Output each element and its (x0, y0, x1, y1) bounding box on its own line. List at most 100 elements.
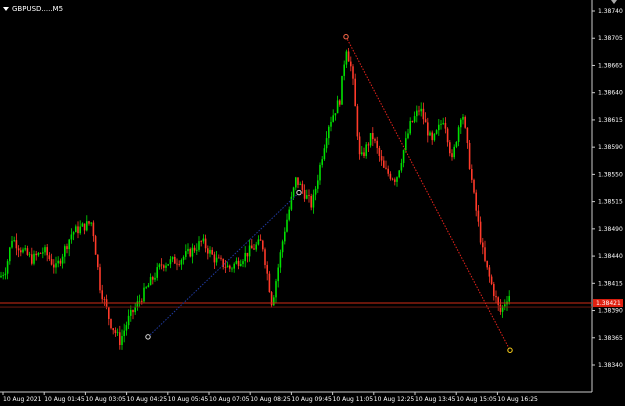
candle-body (372, 133, 374, 140)
candle-body (396, 177, 398, 182)
candle-body (200, 241, 202, 242)
candle-body (259, 239, 262, 241)
price-chart[interactable]: 1.38740 1.38705 1.38665 1.38640 1.38615 1.385… (0, 0, 625, 406)
x-tick-label: 10 Aug 05:45 (168, 396, 209, 403)
candle-body (174, 256, 176, 264)
candle-body (508, 296, 510, 302)
candle-body (328, 126, 330, 139)
candle-body (233, 263, 235, 269)
y-tick-label: 1.38490 (598, 226, 623, 233)
candle-body (347, 51, 350, 62)
candle-body (127, 315, 130, 326)
candle-body (191, 247, 194, 257)
candle-body (429, 132, 431, 136)
y-tick-label: 1.38515 (598, 199, 623, 206)
candle-body (462, 116, 464, 120)
candle-body (55, 263, 57, 268)
candle-body (266, 265, 268, 274)
candle-body (138, 300, 141, 302)
candle-body (132, 309, 134, 313)
candle-body (350, 61, 352, 67)
candle-body (66, 246, 68, 250)
candle-body (244, 252, 246, 262)
candle-body (211, 249, 213, 255)
candle-body (455, 141, 458, 147)
x-tick-label: 10 Aug 03:05 (85, 396, 126, 403)
candle-body (468, 143, 471, 169)
anchor-marker[interactable] (296, 189, 302, 196)
anchor-marker[interactable] (145, 334, 151, 340)
candle-body (391, 178, 394, 180)
candle-body (220, 257, 222, 259)
candle-body (204, 238, 207, 249)
anchor-marker[interactable] (507, 347, 513, 353)
candle-body (193, 247, 196, 251)
candle-body (154, 277, 156, 280)
candle-body (389, 173, 392, 179)
candle-body (202, 238, 205, 242)
chart-window[interactable]: GBPUSD.....M5 1.38740 1.38705 1.38665 1.386… (0, 0, 625, 406)
y-tick-label: 1.38665 (598, 62, 623, 69)
candle-body (332, 115, 334, 122)
candle-body (297, 177, 299, 185)
candle-body (163, 265, 165, 268)
x-tick-label: 10 Aug 16:25 (497, 396, 538, 403)
candle-body (336, 100, 339, 114)
candle-body (490, 276, 493, 285)
candle-body (451, 153, 453, 158)
candle-body (301, 183, 304, 190)
candle-body (435, 130, 438, 134)
candle-body (409, 121, 411, 134)
candle-body (123, 330, 125, 337)
candle-body (9, 247, 11, 262)
candle-body (402, 150, 405, 163)
candle-body (482, 242, 484, 248)
candle-body (97, 254, 99, 268)
candle-body (504, 304, 506, 307)
candle-body (158, 264, 161, 268)
candle-body (152, 277, 154, 280)
candle-body (156, 267, 158, 278)
candle-body (242, 261, 244, 264)
x-tick-label: 10 Aug 07:05 (209, 396, 250, 403)
candle-body (427, 122, 429, 136)
candle-body (499, 304, 502, 312)
candle-body (477, 210, 480, 222)
candle-body (303, 189, 306, 199)
candle-body (268, 273, 271, 293)
candle-body (299, 183, 301, 185)
candle-body (77, 226, 79, 234)
candle-body (361, 152, 363, 155)
candle-body (380, 156, 383, 161)
candle-body (72, 232, 75, 235)
candle-body (240, 263, 242, 266)
candle-body (420, 108, 422, 112)
anchor-marker[interactable] (343, 34, 349, 40)
candle-body (39, 253, 42, 254)
candle-body (446, 128, 449, 143)
candle-body (198, 241, 200, 250)
y-tick-label: 1.38550 (598, 171, 623, 178)
candle-body (495, 295, 497, 298)
y-tick-label: 1.38390 (598, 308, 623, 315)
candle-body (449, 142, 451, 154)
candle-body (292, 187, 295, 197)
candle-body (471, 168, 473, 180)
candle-body (145, 287, 147, 289)
candle-body (277, 267, 279, 282)
candle-body (453, 146, 455, 158)
candle-body (235, 260, 238, 264)
candle-body (237, 260, 240, 266)
candle-body (218, 257, 220, 259)
candle-body (424, 119, 427, 123)
candle-body (376, 140, 378, 148)
candle-body (475, 192, 477, 211)
candle-body (141, 300, 143, 302)
candle-body (57, 260, 59, 264)
candle-body (479, 221, 482, 243)
candle-body (44, 247, 46, 253)
candle-body (6, 261, 9, 274)
candle-body (169, 259, 172, 265)
candle-body (400, 162, 403, 171)
candle-body (182, 256, 185, 261)
